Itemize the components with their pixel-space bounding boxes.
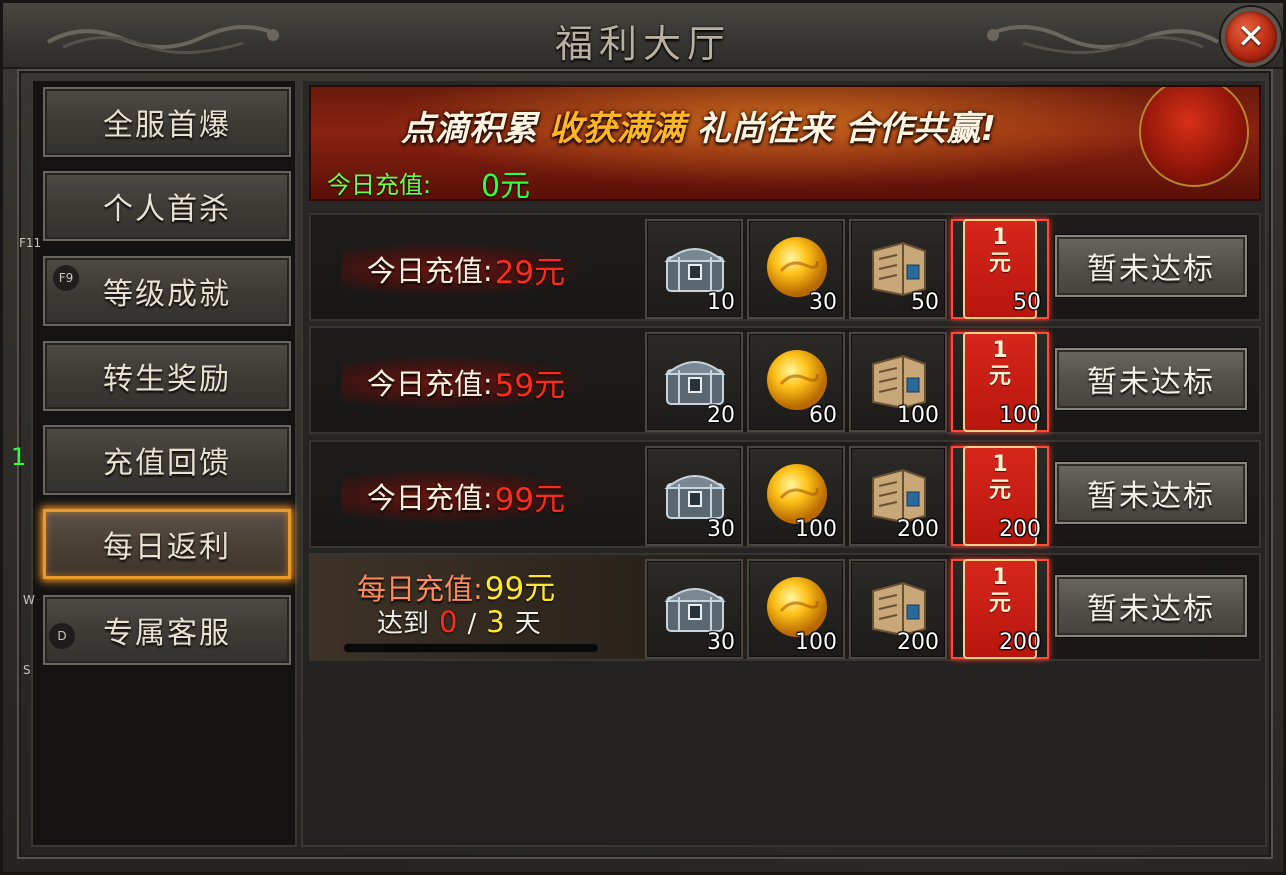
- reward-quantity: 20: [707, 403, 735, 428]
- reward-row-daily: 每日充值: 99元 达到 0 / 3 天 暂未达标 30 100 200 1 元 200: [309, 553, 1261, 661]
- hotkey-f11-label: F11: [19, 236, 42, 250]
- sidebar-item-recharge-feedback[interactable]: 充值回馈: [43, 425, 291, 495]
- reward-slot[interactable]: 30: [747, 219, 845, 319]
- reward-row: 今日充值: 99元 30 100 200 1 元 200 暂未达标: [309, 440, 1261, 548]
- tier-requirement-value: 59元: [494, 367, 566, 404]
- progress-separator: /: [467, 609, 477, 639]
- hotkey-d-label: D: [57, 629, 67, 643]
- sidebar-item-personal-first-kill[interactable]: 个人首杀: [43, 171, 291, 241]
- reward-slot[interactable]: 100: [747, 559, 845, 659]
- close-icon: ✕: [1236, 17, 1266, 57]
- tier-requirement-label: 今日充值:: [366, 254, 493, 288]
- hotkey-w-label: W: [23, 593, 35, 607]
- dragon-ornament-icon: [987, 25, 1219, 55]
- tier-requirement: 今日充值: 99元: [341, 468, 591, 524]
- reward-slot[interactable]: 30: [645, 559, 743, 659]
- red-packet-label: 1 元: [988, 225, 1011, 276]
- promo-banner: 点滴积累 收获满满 礼尚往来 合作共赢! 今日充值: 0元: [309, 85, 1261, 201]
- reward-row: 今日充值: 59元 20 60 100 1 元 100 暂未达标: [309, 326, 1261, 434]
- reward-quantity: 200: [897, 517, 939, 542]
- claim-status-button[interactable]: 暂未达标: [1055, 348, 1247, 410]
- close-button[interactable]: ✕: [1221, 7, 1281, 67]
- reward-slot[interactable]: 1 元 100: [951, 332, 1049, 432]
- progress-max: 3: [486, 605, 505, 639]
- reward-quantity: 200: [897, 630, 939, 655]
- claim-status-button[interactable]: 暂未达标: [1055, 235, 1247, 297]
- reward-slot[interactable]: 200: [849, 446, 947, 546]
- reward-slot[interactable]: 100: [747, 446, 845, 546]
- progress-current: 0: [439, 605, 458, 639]
- reward-quantity: 60: [809, 403, 837, 428]
- hotkey-f9-label: F9: [58, 271, 74, 285]
- reward-slot[interactable]: 200: [849, 559, 947, 659]
- banner-slogan: 点滴积累 收获满满 礼尚往来 合作共赢!: [311, 101, 1259, 150]
- tier-requirement: 今日充值: 29元: [341, 241, 591, 297]
- sidebar-item-level-achievement[interactable]: 等级成就: [43, 256, 291, 326]
- sidebar-item-rebirth-reward[interactable]: 转生奖励: [43, 341, 291, 411]
- side-marker: 1: [11, 443, 27, 471]
- slogan-part: 礼尚往来: [696, 109, 833, 149]
- today-recharge-value: 0元: [481, 169, 531, 201]
- reward-slot[interactable]: 100: [849, 332, 947, 432]
- reward-quantity: 30: [707, 630, 735, 655]
- reward-quantity: 10: [707, 290, 735, 315]
- daily-requirement: 每日充值: 99元: [357, 563, 555, 608]
- reward-slot[interactable]: 1 元 200: [951, 446, 1049, 546]
- claim-status-button[interactable]: 暂未达标: [1055, 575, 1247, 637]
- reward-slot[interactable]: 50: [849, 219, 947, 319]
- reward-slot[interactable]: 1 元 50: [951, 219, 1049, 319]
- red-packet-label: 1 元: [988, 565, 1011, 616]
- reward-quantity: 100: [795, 630, 837, 655]
- daily-requirement-value: 99元: [484, 571, 556, 607]
- progress-prefix: 达到: [377, 609, 430, 639]
- progress-suffix: 天: [514, 609, 541, 639]
- hotkey-d-badge: D: [49, 623, 75, 649]
- reward-quantity: 100: [999, 403, 1041, 428]
- reward-slot[interactable]: 30: [645, 446, 743, 546]
- reward-slot[interactable]: 60: [747, 332, 845, 432]
- reward-slot[interactable]: 1 元 200: [951, 559, 1049, 659]
- tier-requirement-value: 29元: [494, 254, 566, 291]
- reward-slot[interactable]: 10: [645, 219, 743, 319]
- sidebar-item-exclusive-service[interactable]: 专属客服: [43, 595, 291, 665]
- today-recharge-label: 今日充值:: [327, 171, 432, 199]
- slogan-part: 合作共赢!: [844, 109, 997, 149]
- reward-quantity: 50: [911, 290, 939, 315]
- reward-quantity: 200: [999, 517, 1041, 542]
- red-packet-label: 1 元: [988, 452, 1011, 503]
- hotkey-f9-badge: F9: [53, 265, 79, 291]
- daily-progress-text: 达到 0 / 3 天: [377, 603, 541, 640]
- red-packet-label: 1 元: [988, 338, 1011, 389]
- tier-requirement-label: 今日充值:: [366, 481, 493, 515]
- reward-slot[interactable]: 20: [645, 332, 743, 432]
- tier-requirement-value: 99元: [494, 481, 566, 518]
- reward-quantity: 50: [1013, 290, 1041, 315]
- title-bar: 福利大厅 ✕: [3, 3, 1283, 69]
- slogan-part: 点滴积累: [401, 109, 537, 149]
- reward-quantity: 200: [999, 630, 1041, 655]
- reward-quantity: 30: [707, 517, 735, 542]
- daily-requirement-label: 每日充值:: [357, 572, 483, 606]
- slogan-part-highlight: 收获满满: [548, 109, 685, 149]
- sidebar-item-daily-rebate[interactable]: 每日返利: [43, 509, 291, 579]
- hotkey-s-label: S: [23, 663, 31, 677]
- sidebar: 全服首爆 个人首杀 等级成就 转生奖励 充值回馈 每日返利 专属客服: [31, 79, 297, 847]
- welfare-hall-window: 福利大厅 ✕ 全服首爆 个人首杀 等级成就 转生奖励 充值回馈 每日返利 专属客…: [0, 0, 1286, 875]
- daily-progress-bar: [343, 643, 599, 653]
- sidebar-item-server-first-drop[interactable]: 全服首爆: [43, 87, 291, 157]
- reward-quantity: 100: [897, 403, 939, 428]
- tier-requirement-label: 今日充值:: [366, 367, 493, 401]
- reward-quantity: 100: [795, 517, 837, 542]
- content-panel: 点滴积累 收获满满 礼尚往来 合作共赢! 今日充值: 0元 今日充值: 29元 10…: [301, 79, 1267, 847]
- claim-status-button[interactable]: 暂未达标: [1055, 462, 1247, 524]
- reward-row: 今日充值: 29元 10 30 50 1 元 50 暂未达标: [309, 213, 1261, 321]
- tier-requirement: 今日充值: 59元: [341, 354, 591, 410]
- reward-quantity: 30: [809, 290, 837, 315]
